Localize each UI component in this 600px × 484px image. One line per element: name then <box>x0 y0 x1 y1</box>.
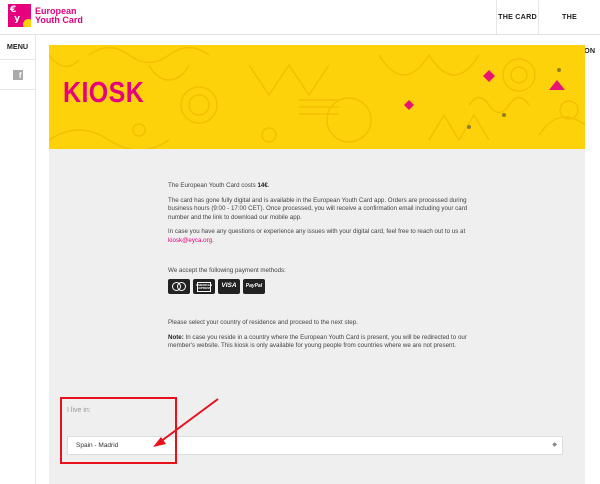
annotation-arrow-icon <box>153 398 219 447</box>
